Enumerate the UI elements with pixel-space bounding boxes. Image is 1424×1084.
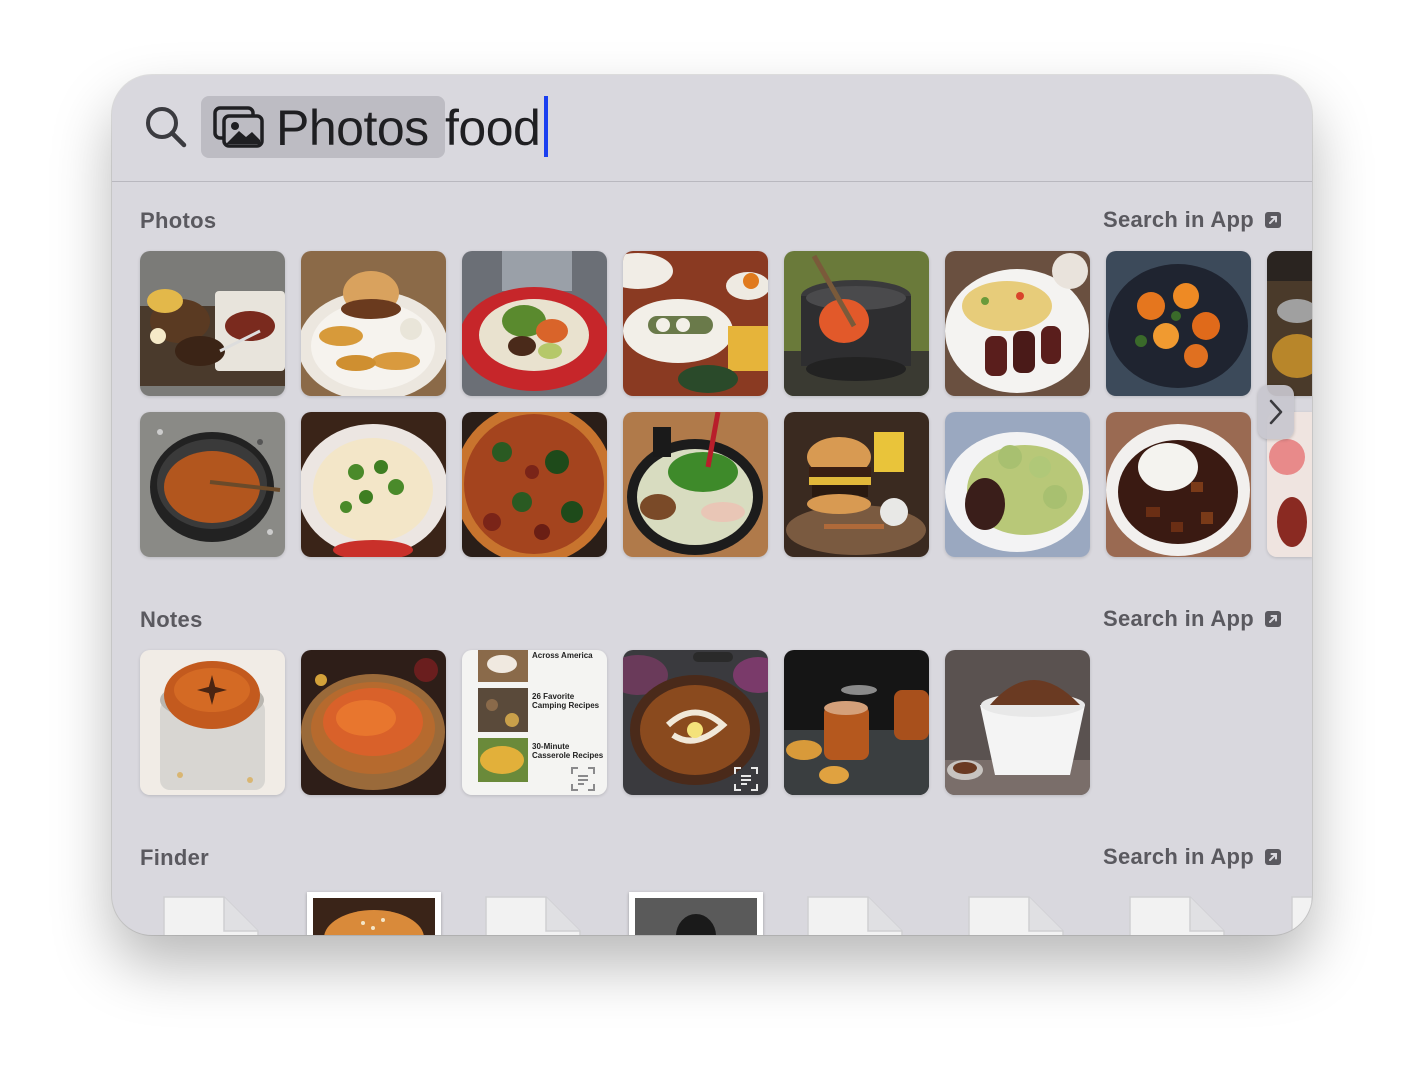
note-line-3b: Casserole Recipes xyxy=(532,751,604,760)
photo-result[interactable] xyxy=(462,251,607,396)
next-page-button[interactable] xyxy=(1258,385,1294,439)
image-file-thumbnail[interactable] xyxy=(629,892,763,935)
arrow-up-right-square-icon xyxy=(1265,212,1281,228)
note-result[interactable] xyxy=(945,650,1090,795)
spotlight-panel: Photos food Photos Search in App Notes S… xyxy=(112,75,1312,935)
note-result[interactable] xyxy=(301,650,446,795)
note-result[interactable]: Across America 26 Favorite Camping Recip… xyxy=(462,650,607,795)
arrow-up-right-square-icon xyxy=(1265,849,1281,865)
photo-result[interactable] xyxy=(945,412,1090,557)
search-in-app-label: Search in App xyxy=(1102,844,1254,869)
document-file-icon[interactable] xyxy=(806,895,904,935)
chevron-right-icon xyxy=(1269,399,1283,425)
section-title-finder: Finder xyxy=(140,845,210,870)
arrow-up-right-square-icon xyxy=(1265,611,1281,627)
document-file-icon[interactable] xyxy=(967,895,1065,935)
text-caret xyxy=(544,96,548,157)
photo-result[interactable] xyxy=(784,251,929,396)
note-result[interactable] xyxy=(784,650,929,795)
note-line-1: Across America xyxy=(532,651,593,660)
note-line-2a: 26 Favorite xyxy=(532,692,575,701)
search-in-app-notes[interactable]: Search in App xyxy=(1103,606,1282,632)
image-file-thumbnail[interactable] xyxy=(307,892,441,935)
search-in-app-photos[interactable]: Search in App xyxy=(1103,207,1282,233)
section-title-photos: Photos xyxy=(140,208,217,233)
photo-result[interactable] xyxy=(1106,251,1251,396)
search-icon xyxy=(146,107,187,148)
document-file-icon[interactable] xyxy=(1290,895,1312,935)
photo-result[interactable] xyxy=(140,251,285,396)
search-bar[interactable]: Photos food xyxy=(112,75,1312,182)
scope-token[interactable]: Photos xyxy=(201,96,445,158)
photo-result[interactable] xyxy=(301,251,446,396)
photos-app-icon xyxy=(213,106,264,148)
photo-result[interactable] xyxy=(623,412,768,557)
photo-result[interactable] xyxy=(1267,251,1312,396)
note-line-3a: 30-Minute xyxy=(532,742,570,751)
photo-result[interactable] xyxy=(462,412,607,557)
note-line-2b: Camping Recipes xyxy=(532,701,600,710)
scope-label: Photos xyxy=(276,100,429,156)
photo-result[interactable] xyxy=(301,412,446,557)
document-file-icon[interactable] xyxy=(162,895,260,935)
photo-result[interactable] xyxy=(945,251,1090,396)
search-in-app-label: Search in App xyxy=(1102,606,1254,631)
search-input[interactable]: food xyxy=(445,100,541,156)
document-file-icon[interactable] xyxy=(1128,895,1226,935)
note-result[interactable] xyxy=(140,650,285,795)
photo-result[interactable] xyxy=(1106,412,1251,557)
search-in-app-label: Search in App xyxy=(1102,207,1254,232)
photo-result[interactable] xyxy=(623,251,768,396)
photo-result[interactable] xyxy=(784,412,929,557)
photo-result[interactable] xyxy=(140,412,285,557)
section-title-notes: Notes xyxy=(140,607,203,632)
search-in-app-finder[interactable]: Search in App xyxy=(1103,844,1282,870)
document-file-icon[interactable] xyxy=(484,895,582,935)
note-result[interactable] xyxy=(623,650,768,795)
